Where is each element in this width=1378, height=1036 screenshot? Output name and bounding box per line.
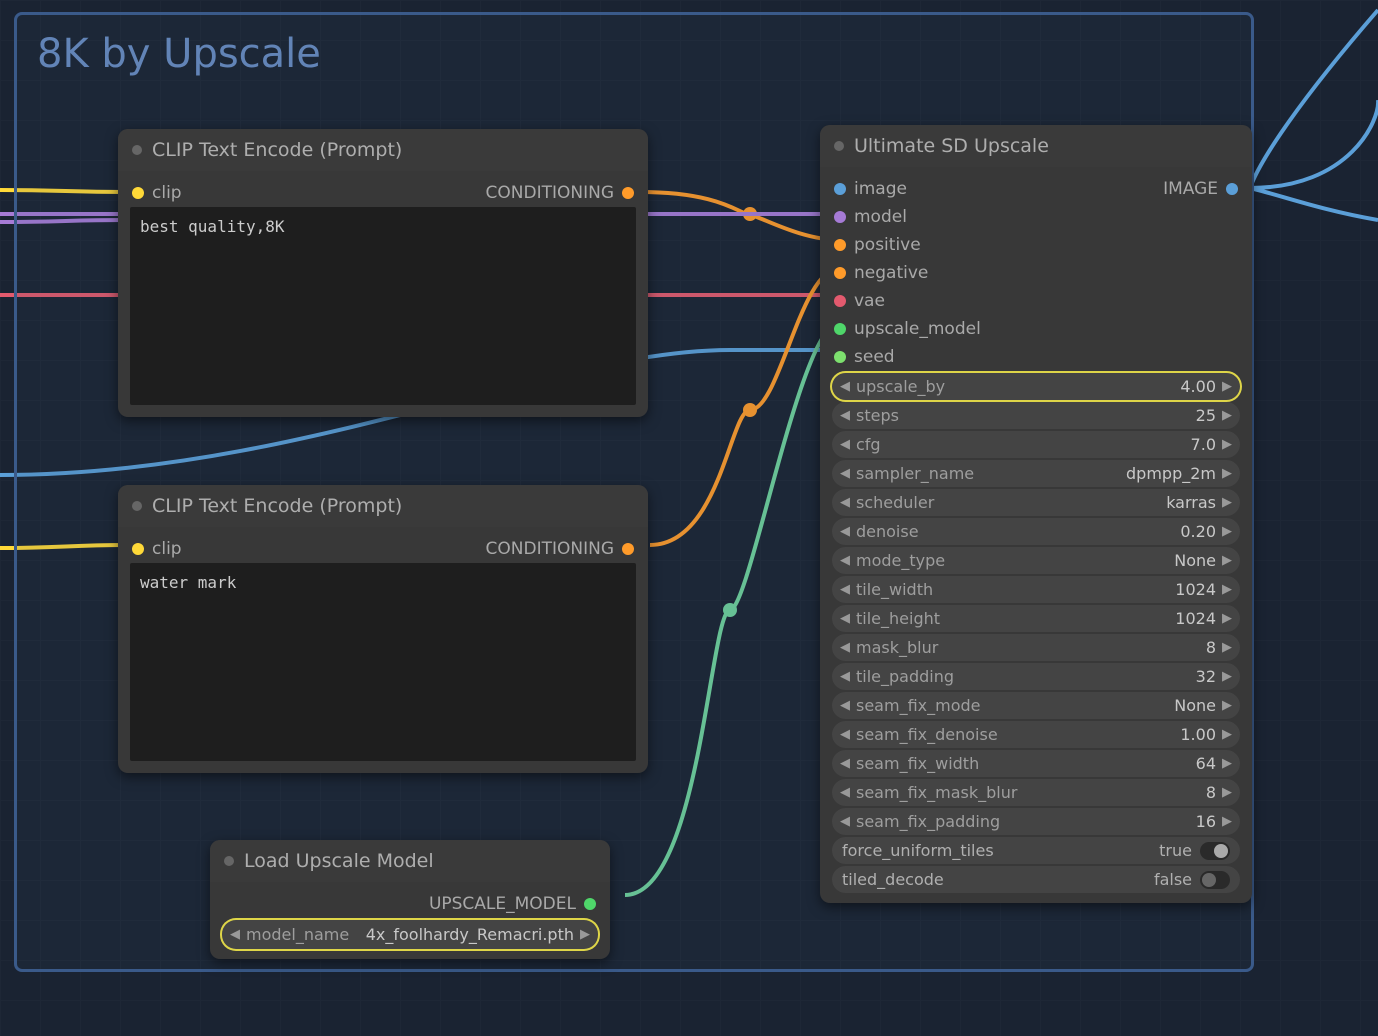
output-image[interactable]: IMAGE xyxy=(1163,179,1238,199)
input-upscale_model[interactable]: upscale_model xyxy=(834,319,981,339)
chevron-right-icon[interactable]: ▶ xyxy=(580,927,590,942)
param-seam_fix_denoise[interactable]: ◀ seam_fix_denoise 1.00 ▶ xyxy=(832,721,1240,748)
node-collapse-dot[interactable] xyxy=(132,501,142,511)
chevron-right-icon[interactable]: ▶ xyxy=(1222,611,1232,626)
chevron-right-icon[interactable]: ▶ xyxy=(1222,727,1232,742)
chevron-right-icon[interactable]: ▶ xyxy=(1222,640,1232,655)
input-seed[interactable]: seed xyxy=(834,347,895,367)
param-tile_width[interactable]: ◀ tile_width 1024 ▶ xyxy=(832,576,1240,603)
chevron-left-icon[interactable]: ◀ xyxy=(840,727,850,742)
chevron-right-icon[interactable]: ▶ xyxy=(1222,756,1232,771)
param-seam_fix_mode[interactable]: ◀ seam_fix_mode None ▶ xyxy=(832,692,1240,719)
chevron-left-icon[interactable]: ◀ xyxy=(840,524,850,539)
chevron-right-icon[interactable]: ▶ xyxy=(1222,814,1232,829)
toggle-switch[interactable] xyxy=(1200,842,1230,860)
chevron-right-icon[interactable]: ▶ xyxy=(1222,524,1232,539)
chevron-right-icon[interactable]: ▶ xyxy=(1222,437,1232,452)
node-title: CLIP Text Encode (Prompt) xyxy=(152,495,402,517)
node-header[interactable]: Ultimate SD Upscale xyxy=(820,125,1252,167)
param-cfg[interactable]: ◀ cfg 7.0 ▶ xyxy=(832,431,1240,458)
node-collapse-dot[interactable] xyxy=(224,856,234,866)
chevron-right-icon[interactable]: ▶ xyxy=(1222,379,1232,394)
input-clip[interactable]: clip xyxy=(132,539,182,559)
node-title: Ultimate SD Upscale xyxy=(854,135,1049,157)
param-upscale_by[interactable]: ◀ upscale_by 4.00 ▶ xyxy=(832,373,1240,400)
chevron-left-icon[interactable]: ◀ xyxy=(840,785,850,800)
param-tile_padding[interactable]: ◀ tile_padding 32 ▶ xyxy=(832,663,1240,690)
param-tile_height[interactable]: ◀ tile_height 1024 ▶ xyxy=(832,605,1240,632)
input-clip[interactable]: clip xyxy=(132,183,182,203)
node-load-upscale-model[interactable]: Load Upscale Model UPSCALE_MODEL ◀ model… xyxy=(210,840,610,959)
chevron-left-icon[interactable]: ◀ xyxy=(840,379,850,394)
chevron-right-icon[interactable]: ▶ xyxy=(1222,495,1232,510)
chevron-right-icon[interactable]: ▶ xyxy=(1222,669,1232,684)
output-conditioning[interactable]: CONDITIONING xyxy=(486,539,634,559)
prompt-text-input[interactable] xyxy=(130,207,636,405)
param-seam_fix_width[interactable]: ◀ seam_fix_width 64 ▶ xyxy=(832,750,1240,777)
param-seam_fix_padding[interactable]: ◀ seam_fix_padding 16 ▶ xyxy=(832,808,1240,835)
chevron-left-icon[interactable]: ◀ xyxy=(840,466,850,481)
param-sampler_name[interactable]: ◀ sampler_name dpmpp_2m ▶ xyxy=(832,460,1240,487)
input-image[interactable]: image xyxy=(834,179,907,199)
param-mask_blur[interactable]: ◀ mask_blur 8 ▶ xyxy=(832,634,1240,661)
param-mode_type[interactable]: ◀ mode_type None ▶ xyxy=(832,547,1240,574)
chevron-left-icon[interactable]: ◀ xyxy=(230,927,240,942)
node-title: Load Upscale Model xyxy=(244,850,434,872)
node-collapse-dot[interactable] xyxy=(132,145,142,155)
chevron-right-icon[interactable]: ▶ xyxy=(1222,408,1232,423)
chevron-left-icon[interactable]: ◀ xyxy=(840,611,850,626)
node-header[interactable]: Load Upscale Model xyxy=(210,840,610,882)
node-clip-text-encode-1[interactable]: CLIP Text Encode (Prompt) clip CONDITION… xyxy=(118,129,648,417)
node-header[interactable]: CLIP Text Encode (Prompt) xyxy=(118,485,648,527)
node-collapse-dot[interactable] xyxy=(834,141,844,151)
chevron-right-icon[interactable]: ▶ xyxy=(1222,785,1232,800)
prompt-text-input[interactable] xyxy=(130,563,636,761)
chevron-right-icon[interactable]: ▶ xyxy=(1222,698,1232,713)
node-header[interactable]: CLIP Text Encode (Prompt) xyxy=(118,129,648,171)
chevron-right-icon[interactable]: ▶ xyxy=(1222,582,1232,597)
param-steps[interactable]: ◀ steps 25 ▶ xyxy=(832,402,1240,429)
output-upscale-model[interactable]: UPSCALE_MODEL xyxy=(429,894,596,914)
chevron-left-icon[interactable]: ◀ xyxy=(840,495,850,510)
chevron-right-icon[interactable]: ▶ xyxy=(1222,553,1232,568)
param-seam_fix_mask_blur[interactable]: ◀ seam_fix_mask_blur 8 ▶ xyxy=(832,779,1240,806)
chevron-left-icon[interactable]: ◀ xyxy=(840,814,850,829)
param-model-name[interactable]: ◀ model_name 4x_foolhardy_Remacri.pth ▶ xyxy=(222,920,598,949)
input-vae[interactable]: vae xyxy=(834,291,885,311)
param-denoise[interactable]: ◀ denoise 0.20 ▶ xyxy=(832,518,1240,545)
input-negative[interactable]: negative xyxy=(834,263,928,283)
node-title: CLIP Text Encode (Prompt) xyxy=(152,139,402,161)
toggle-tiled_decode[interactable]: tiled_decode false xyxy=(832,866,1240,893)
chevron-left-icon[interactable]: ◀ xyxy=(840,669,850,684)
chevron-left-icon[interactable]: ◀ xyxy=(840,582,850,597)
chevron-left-icon[interactable]: ◀ xyxy=(840,553,850,568)
input-positive[interactable]: positive xyxy=(834,235,921,255)
chevron-left-icon[interactable]: ◀ xyxy=(840,698,850,713)
output-conditioning[interactable]: CONDITIONING xyxy=(486,183,634,203)
chevron-right-icon[interactable]: ▶ xyxy=(1222,466,1232,481)
chevron-left-icon[interactable]: ◀ xyxy=(840,756,850,771)
chevron-left-icon[interactable]: ◀ xyxy=(840,408,850,423)
chevron-left-icon[interactable]: ◀ xyxy=(840,437,850,452)
toggle-switch[interactable] xyxy=(1200,871,1230,889)
input-model[interactable]: model xyxy=(834,207,907,227)
toggle-force_uniform_tiles[interactable]: force_uniform_tiles true xyxy=(832,837,1240,864)
node-ultimate-sd-upscale[interactable]: Ultimate SD Upscale image IMAGE model pos… xyxy=(820,125,1252,903)
chevron-left-icon[interactable]: ◀ xyxy=(840,640,850,655)
node-clip-text-encode-2[interactable]: CLIP Text Encode (Prompt) clip CONDITION… xyxy=(118,485,648,773)
group-title: 8K by Upscale xyxy=(17,15,1251,93)
param-scheduler[interactable]: ◀ scheduler karras ▶ xyxy=(832,489,1240,516)
